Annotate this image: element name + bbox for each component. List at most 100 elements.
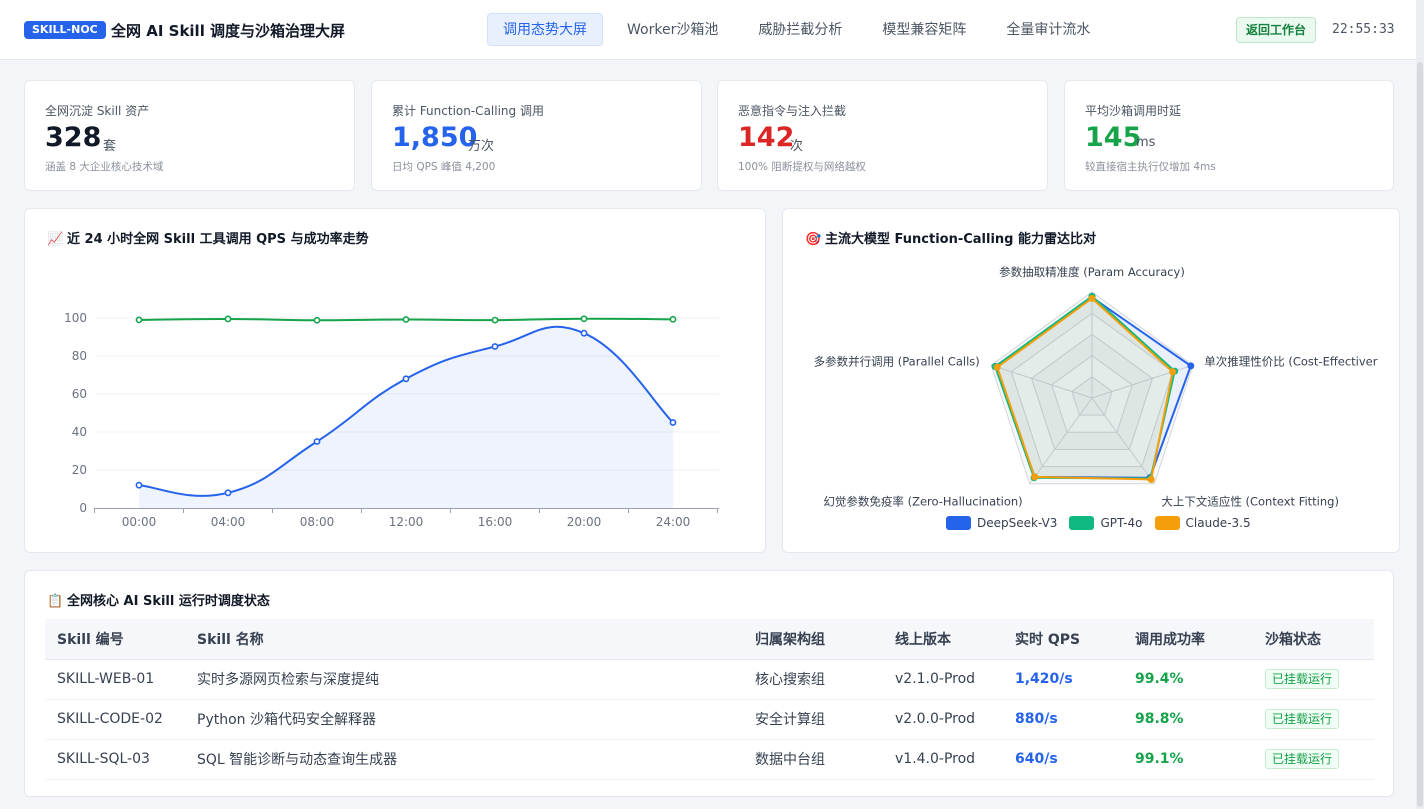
tab-model-matrix[interactable]: 模型兼容矩阵	[866, 13, 982, 46]
radar-legend: DeepSeek-V3 GPT-4o Claude-3.5	[946, 516, 1263, 530]
legend-swatch	[1154, 516, 1180, 530]
sandbox-status-cell: 已挂载运行	[1253, 659, 1374, 700]
radar-point	[1088, 294, 1096, 302]
legend-item[interactable]: DeepSeek-V3	[946, 516, 1057, 530]
skill-success-rate: 98.8%	[1123, 699, 1253, 740]
column-header[interactable]: 线上版本	[883, 619, 1003, 660]
x-tick-label: 16:00	[478, 515, 513, 529]
skill-status-table: Skill 编号 Skill 名称 归属架构组 线上版本 实时 QPS 调用成功…	[45, 619, 1374, 780]
stat-card-injection-blocks: 恶意指令与注入拦截 142 次 100% 阻断提权与网络越权	[717, 80, 1048, 191]
radar-axis-label: 多参数并行调用 (Parallel Calls)	[814, 355, 980, 369]
column-header[interactable]: 沙箱状态	[1253, 619, 1374, 660]
skill-status-panel: 📋 全网核心 AI Skill 运行时调度状态 Skill 编号 Skill 名称…	[24, 570, 1394, 797]
stat-value: 1,850	[392, 122, 478, 153]
x-tick-label: 04:00	[211, 515, 246, 529]
y-tick-label: 40	[72, 425, 87, 439]
skill-version: v2.0.0-Prod	[883, 699, 1003, 740]
stat-card-skill-assets: 全网沉淀 Skill 资产 328 套 涵盖 8 大企业核心技术域	[24, 80, 355, 191]
stat-unit: 次	[790, 139, 804, 154]
data-point	[491, 316, 499, 324]
radar-axis-label: 幻觉参数免疫率 (Zero-Hallucination)	[823, 494, 1022, 508]
skill-version: v2.1.0-Prod	[883, 659, 1003, 700]
stat-value: 145	[1085, 122, 1142, 153]
back-to-workbench-button[interactable]: 返回工作台	[1236, 17, 1317, 43]
skill-success-rate: 99.4%	[1123, 659, 1253, 700]
skill-success-rate: 99.1%	[1123, 739, 1253, 780]
scrollbar[interactable]	[1416, 0, 1424, 809]
skill-id: SKILL-SQL-03	[45, 739, 185, 780]
radar-point	[1147, 475, 1155, 483]
stat-note: 较直接宿主执行仅增加 4ms	[1085, 161, 1216, 173]
status-badge: 已挂载运行	[1265, 749, 1340, 769]
x-tick-label: 00:00	[122, 515, 157, 529]
skill-version: v1.4.0-Prod	[883, 739, 1003, 780]
skill-qps: 880/s	[1003, 699, 1123, 740]
radar-point	[1187, 362, 1195, 370]
skill-table-title-text: 全网核心 AI Skill 运行时调度状态	[67, 594, 270, 609]
x-tick-label: 12:00	[389, 515, 424, 529]
stat-label: 全网沉淀 Skill 资产	[45, 104, 150, 118]
data-point	[135, 481, 143, 489]
stat-value: 142	[738, 122, 795, 153]
column-header[interactable]: 实时 QPS	[1003, 619, 1123, 660]
y-tick-label: 0	[79, 501, 87, 515]
y-tick-label: 100	[64, 311, 87, 325]
skill-name: Python 沙箱代码安全解释器	[185, 699, 743, 740]
y-tick-label: 80	[72, 349, 87, 363]
radar-point	[1031, 473, 1039, 481]
table-header-row: Skill 编号 Skill 名称 归属架构组 线上版本 实时 QPS 调用成功…	[45, 619, 1374, 660]
top-bar: SKILL-NOC 全网 AI Skill 调度与沙箱治理大屏 调用态势大屏 W…	[0, 0, 1416, 60]
column-header[interactable]: 归属架构组	[743, 619, 883, 660]
data-point	[402, 316, 410, 323]
stat-label: 累计 Function-Calling 调用	[392, 104, 544, 118]
data-point	[580, 329, 588, 337]
legend-label: Claude-3.5	[1185, 516, 1251, 530]
legend-swatch	[946, 516, 971, 530]
data-point	[402, 375, 410, 383]
data-point	[580, 315, 588, 323]
stat-label: 恶意指令与注入拦截	[738, 104, 847, 118]
main-nav: 调用态势大屏 Worker沙箱池 威胁拦截分析 模型兼容矩阵 全量审计流水	[487, 13, 1114, 46]
tab-call-situation[interactable]: 调用态势大屏	[487, 13, 603, 46]
data-point	[224, 315, 232, 323]
radar-chart-panel: 🎯 主流大模型 Function-Calling 能力雷达比对 参数抽取精准度 (…	[782, 208, 1400, 553]
skill-qps: 640/s	[1003, 739, 1123, 780]
status-badge: 已挂载运行	[1265, 669, 1340, 689]
skill-qps: 1,420/s	[1003, 659, 1123, 700]
table-row[interactable]: SKILL-SQL-03 SQL 智能诊断与动态查询生成器 数据中台组 v1.4…	[45, 739, 1374, 780]
skill-name: 实时多源网页检索与深度提纯	[185, 659, 743, 700]
data-point	[313, 438, 321, 445]
tab-worker-sandbox[interactable]: Worker沙箱池	[611, 13, 734, 46]
data-point	[669, 315, 677, 323]
legend-item[interactable]: GPT-4o	[1069, 516, 1143, 530]
column-header[interactable]: 调用成功率	[1123, 619, 1253, 660]
skill-group: 安全计算组	[743, 699, 883, 740]
app-badge: SKILL-NOC	[24, 21, 106, 39]
tab-audit-log[interactable]: 全量审计流水	[990, 13, 1106, 46]
radar-point	[993, 363, 1001, 371]
scrollbar-thumb[interactable]	[1417, 62, 1423, 807]
column-header[interactable]: Skill 名称	[185, 619, 743, 660]
radar-axis-label: 参数抽取精准度 (Param Accuracy)	[999, 265, 1185, 279]
data-point	[135, 316, 143, 324]
status-badge: 已挂载运行	[1265, 709, 1340, 729]
stat-value: 328	[45, 122, 102, 153]
stat-unit: ms	[1136, 135, 1156, 150]
data-point	[224, 489, 232, 497]
stat-note: 涵盖 8 大企业核心技术域	[45, 161, 164, 173]
table-row[interactable]: SKILL-CODE-02 Python 沙箱代码安全解释器 安全计算组 v2.…	[45, 699, 1374, 740]
skill-table-title: 📋 全网核心 AI Skill 运行时调度状态	[47, 590, 270, 609]
table-row[interactable]: SKILL-WEB-01 实时多源网页检索与深度提纯 核心搜索组 v2.1.0-…	[45, 659, 1374, 700]
tab-threat-analysis[interactable]: 威胁拦截分析	[742, 13, 858, 46]
trend-chart-panel: 📈 近 24 小时全网 Skill 工具调用 QPS 与成功率走势 0 20 40 60…	[24, 208, 766, 553]
legend-swatch	[1069, 516, 1095, 530]
stat-unit: 万次	[468, 139, 495, 154]
stat-card-function-calls: 累计 Function-Calling 调用 1,850 万次 日均 QPS 峰…	[371, 80, 702, 191]
skill-group: 数据中台组	[743, 739, 883, 780]
legend-item[interactable]: Claude-3.5	[1154, 516, 1251, 530]
sandbox-status-cell: 已挂载运行	[1253, 739, 1374, 780]
skill-group: 核心搜索组	[743, 659, 883, 700]
x-tick-label: 08:00	[300, 515, 335, 529]
skill-id: SKILL-CODE-02	[45, 699, 185, 740]
column-header[interactable]: Skill 编号	[45, 619, 185, 660]
